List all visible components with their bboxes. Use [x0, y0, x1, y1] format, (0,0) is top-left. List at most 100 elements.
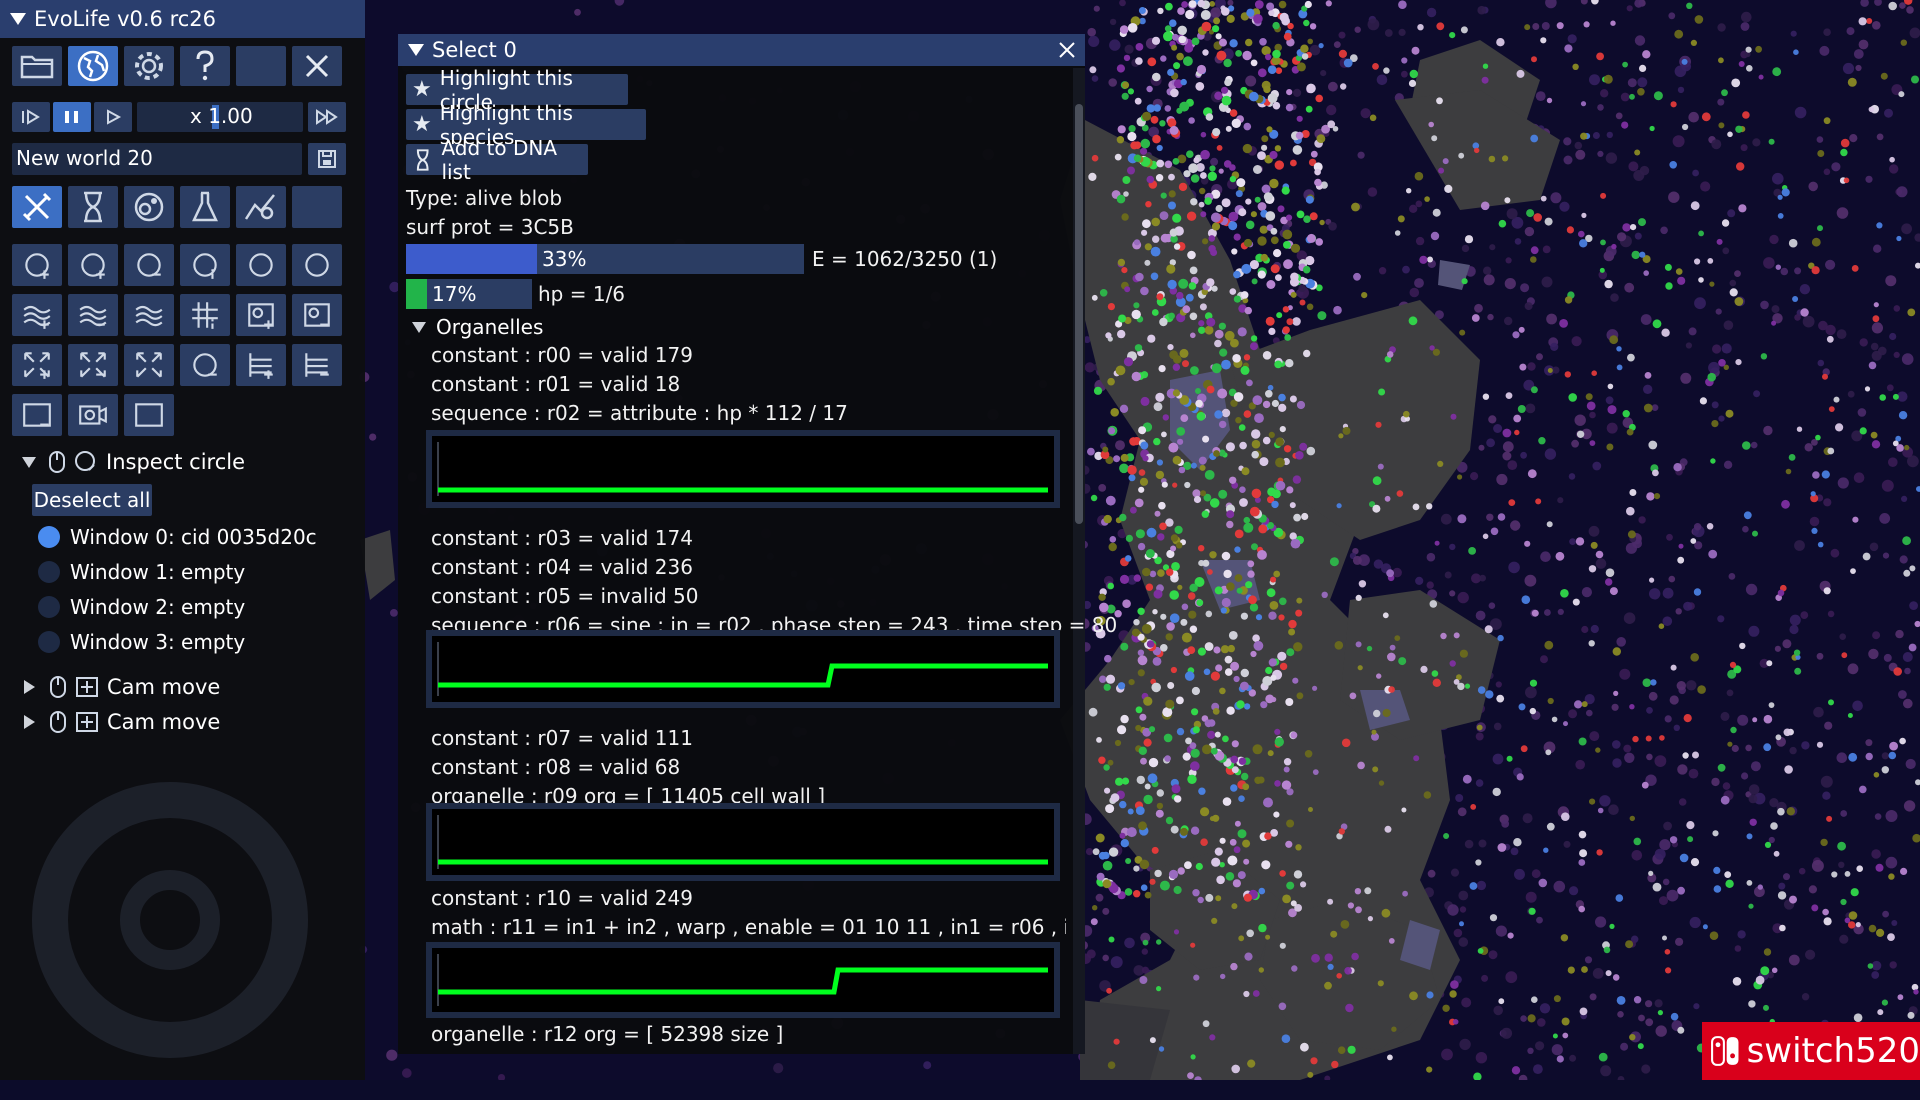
main-titlebar[interactable]: EvoLife v0.6 rc26	[0, 0, 365, 38]
add-link-tool-button[interactable]	[68, 244, 118, 286]
organism-cell	[1856, 922, 1861, 927]
scrollbar-thumb[interactable]	[1075, 104, 1083, 524]
organism-cell	[1793, 49, 1799, 55]
tools-category-button[interactable]	[12, 186, 62, 228]
organism-cell	[1226, 872, 1235, 881]
speed-value: x 1.00	[190, 104, 253, 128]
organism-cell	[1222, 198, 1231, 207]
remove-wave-tool-button[interactable]	[68, 294, 118, 336]
scrollbar-track[interactable]	[1073, 68, 1085, 1054]
remove-image-tool-button[interactable]	[292, 294, 342, 336]
lab-category-button[interactable]	[180, 186, 230, 228]
add-wave-icon	[21, 299, 53, 331]
wave-settings-tool-button[interactable]	[124, 294, 174, 336]
window-slot-row[interactable]: Window 2: empty	[38, 593, 245, 621]
organism-cell	[1741, 22, 1750, 31]
organism-cell	[1300, 881, 1306, 887]
organism-cell	[1295, 844, 1301, 850]
help-button[interactable]	[180, 46, 230, 86]
organism-cell	[1187, 212, 1196, 221]
collapse-triangle-icon[interactable]	[408, 44, 424, 56]
window-remove-tool-button[interactable]	[12, 394, 62, 436]
organism-cell	[1185, 671, 1195, 681]
collapse-triangle-icon[interactable]	[10, 13, 26, 25]
camera-tool-button[interactable]	[68, 394, 118, 436]
add-image-tool-button[interactable]	[236, 294, 286, 336]
organism-cell	[1893, 667, 1902, 676]
deselect-all-button[interactable]: Deselect all	[32, 484, 152, 516]
fast-forward-button[interactable]	[308, 102, 346, 132]
close-button[interactable]	[292, 46, 342, 86]
organism-cell	[1776, 734, 1782, 740]
circles-group-tool-button[interactable]	[292, 244, 342, 286]
organism-cell	[1717, 239, 1723, 245]
cell-category-button[interactable]	[124, 186, 174, 228]
radio-empty-icon[interactable]	[38, 561, 60, 583]
window-slot-row[interactable]: Window 0: cid 0035d20c	[38, 523, 317, 551]
blank-category-button[interactable]	[292, 186, 342, 228]
speed-slider[interactable]: x 1.00	[137, 102, 303, 132]
organism-cell	[1911, 76, 1919, 84]
organism-cell	[1565, 371, 1571, 377]
organism-cell	[1152, 309, 1159, 316]
time-category-button[interactable]	[68, 186, 118, 228]
organism-cell	[1143, 940, 1149, 946]
pause-button[interactable]	[53, 102, 91, 132]
organism-cell	[1734, 270, 1741, 277]
organism-cell	[1450, 660, 1456, 666]
blank-toolbar-button[interactable]	[236, 46, 286, 86]
close-icon[interactable]	[1057, 40, 1077, 60]
organism-cell	[1322, 592, 1328, 598]
world-button[interactable]	[68, 46, 118, 86]
expand-remove-tool-button[interactable]	[68, 344, 118, 386]
organelles-header[interactable]: Organelles	[412, 315, 543, 339]
add-wave-tool-button[interactable]	[12, 294, 62, 336]
camera-move-tool-button[interactable]	[124, 394, 174, 436]
play-button[interactable]	[94, 102, 132, 132]
expand-triangle-icon[interactable]	[22, 457, 36, 468]
organism-cell	[1120, 575, 1129, 584]
add-dna-button[interactable]: Add to DNA list	[406, 144, 588, 175]
organism-cell	[1876, 222, 1882, 228]
organism-cell	[1772, 173, 1784, 185]
world-name-field[interactable]: New world 20	[12, 143, 302, 175]
organism-cell	[1669, 576, 1676, 583]
add-circle-tool-button[interactable]	[12, 244, 62, 286]
expand-settings-tool-button[interactable]	[124, 344, 174, 386]
expand-add-tool-button[interactable]	[12, 344, 62, 386]
info-circle-tool-button[interactable]	[180, 244, 230, 286]
organism-cell	[1624, 283, 1634, 293]
open-folder-button[interactable]	[12, 46, 62, 86]
organism-cell	[1234, 234, 1241, 241]
radio-empty-icon[interactable]	[38, 596, 60, 618]
stack-add-tool-button[interactable]	[236, 344, 286, 386]
step-button[interactable]	[12, 102, 50, 132]
stats-category-button[interactable]	[236, 186, 286, 228]
window-slot-row[interactable]: Window 3: empty	[38, 628, 245, 656]
organism-cell	[1600, 268, 1605, 273]
inspect-circle-row[interactable]: Inspect circle	[22, 449, 245, 475]
remove-circle-tool-button[interactable]	[124, 244, 174, 286]
save-world-button[interactable]	[308, 143, 346, 175]
window-slot-row[interactable]: Window 1: empty	[38, 558, 245, 586]
shape-remove-tool-button[interactable]	[180, 344, 230, 386]
organism-cell	[1533, 1064, 1543, 1074]
radio-selected-icon[interactable]	[38, 526, 60, 548]
organism-cell	[1693, 1003, 1699, 1009]
mouse-icon	[49, 675, 67, 699]
expand-triangle-icon[interactable]	[412, 322, 426, 333]
collapsed-triangle-icon[interactable]	[24, 680, 35, 694]
radio-empty-icon[interactable]	[38, 631, 60, 653]
cam-move-row[interactable]: Cam move	[24, 674, 220, 700]
organism-cell	[1877, 134, 1884, 141]
organism-cell	[1428, 122, 1434, 128]
organism-cell	[1238, 871, 1246, 879]
organism-cell	[1256, 614, 1262, 620]
organism-cell	[1493, 754, 1504, 765]
stack-remove-tool-button[interactable]	[292, 344, 342, 386]
select-circle-tool-button[interactable]	[236, 244, 286, 286]
select-titlebar[interactable]: Select 0	[398, 34, 1085, 66]
grid-info-tool-button[interactable]	[180, 294, 230, 336]
organism-cell	[1869, 362, 1877, 370]
settings-button[interactable]	[124, 46, 174, 86]
